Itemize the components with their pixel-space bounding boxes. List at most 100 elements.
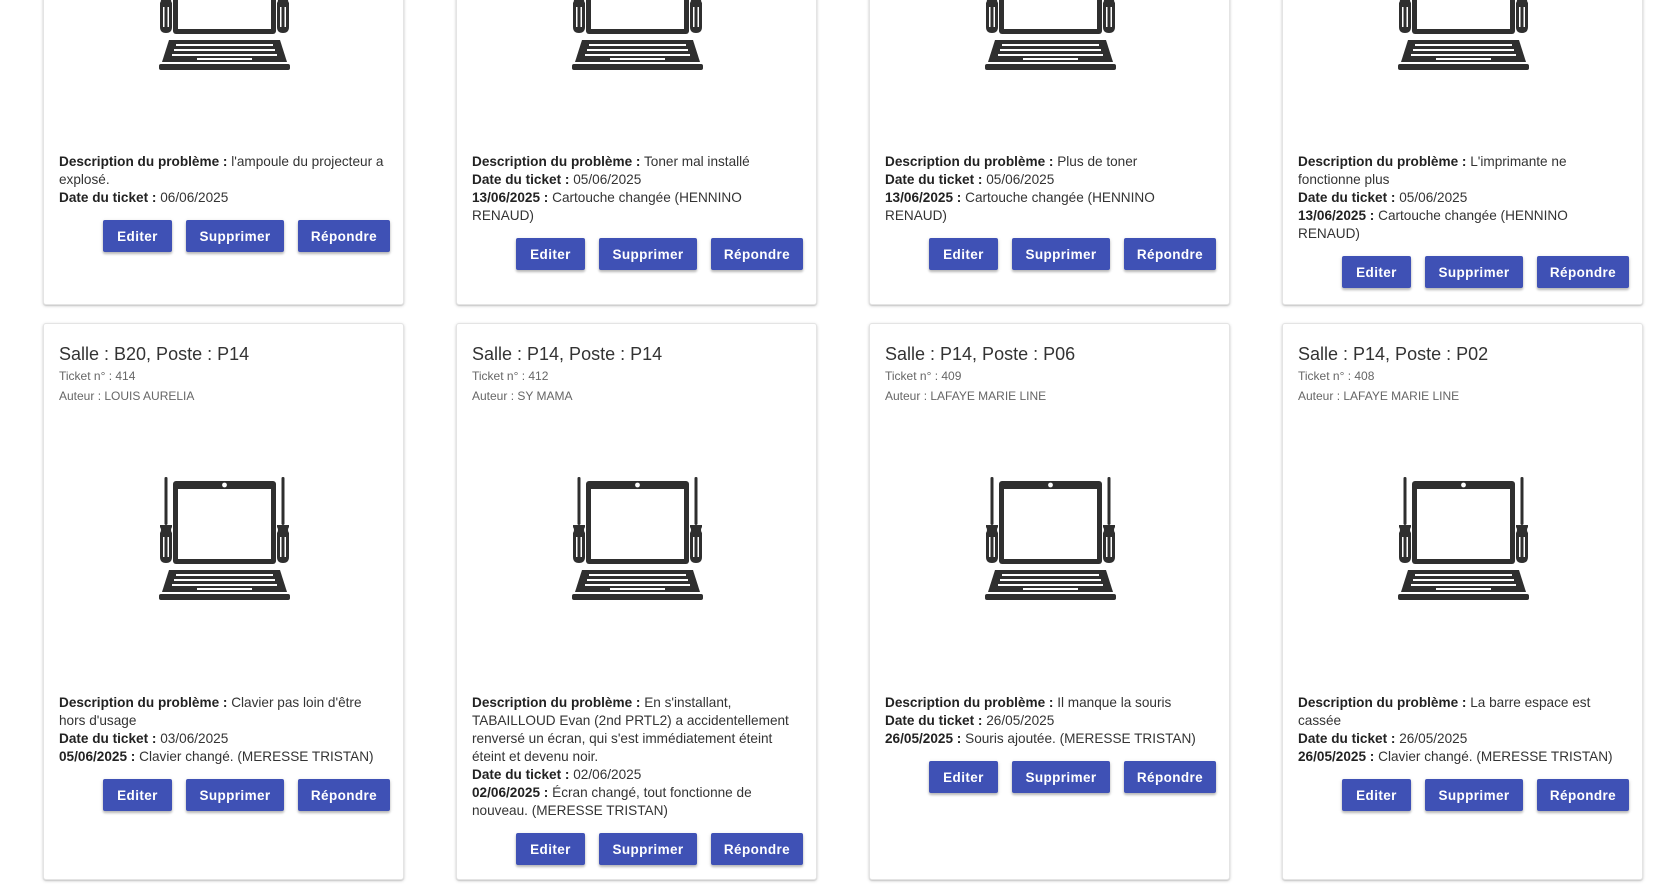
delete-button[interactable]: Supprimer bbox=[599, 833, 697, 865]
date-line: Date du ticket : 06/06/2025 bbox=[59, 190, 229, 205]
date-line: Date du ticket : 03/06/2025 bbox=[59, 731, 229, 746]
description-line: Description du problème : Il manque la s… bbox=[885, 695, 1172, 710]
ticket-date: 06/06/2025 bbox=[160, 190, 229, 205]
edit-button[interactable]: Editer bbox=[103, 220, 172, 252]
ticket-card: Salle : B20, Poste : P14 Ticket n° : 414… bbox=[43, 323, 404, 880]
description-line: Description du problème : Plus de toner bbox=[885, 154, 1138, 169]
card-actions: Editer Supprimer Répondre bbox=[885, 761, 1216, 793]
edit-button[interactable]: Editer bbox=[929, 238, 998, 270]
edit-button[interactable]: Editer bbox=[929, 761, 998, 793]
card-actions: Editer Supprimer Répondre bbox=[472, 833, 803, 865]
card-actions: Editer Supprimer Répondre bbox=[1298, 779, 1629, 811]
ticket-author: Auteur : LOUIS AURELIA bbox=[59, 389, 195, 403]
response-date: 13/06/2025 : bbox=[885, 190, 962, 205]
reply-button[interactable]: Répondre bbox=[298, 779, 390, 811]
delete-button[interactable]: Supprimer bbox=[1425, 779, 1523, 811]
description-line: Description du problème : Clavier pas lo… bbox=[59, 695, 362, 728]
date-line: Date du ticket : 26/05/2025 bbox=[1298, 731, 1468, 746]
ticket-author: Auteur : SY MAMA bbox=[472, 389, 573, 403]
card-header: Salle : P14, Poste : P02 Ticket n° : 408… bbox=[1298, 342, 1630, 406]
ticket-number: Ticket n° : 414 bbox=[59, 369, 136, 383]
card-actions: Editer Supprimer Répondre bbox=[59, 220, 390, 252]
ticket-date: 05/06/2025 bbox=[1399, 190, 1468, 205]
ticket-date: 05/06/2025 bbox=[573, 172, 642, 187]
delete-button[interactable]: Supprimer bbox=[1425, 256, 1523, 288]
card-actions: Editer Supprimer Répondre bbox=[472, 238, 803, 270]
ticket-card: Salle : P14, Poste : P02 Ticket n° : 408… bbox=[1282, 323, 1643, 880]
edit-button[interactable]: Editer bbox=[516, 238, 585, 270]
ticket-details: Description du problème : Toner mal inst… bbox=[472, 153, 803, 270]
laptop-repair-icon bbox=[870, 465, 1229, 625]
response-date: 02/06/2025 : bbox=[472, 785, 549, 800]
reply-button[interactable]: Répondre bbox=[1537, 256, 1629, 288]
laptop-repair-icon bbox=[457, 465, 816, 625]
ticket-number: Ticket n° : 408 bbox=[1298, 369, 1375, 383]
response-date: 13/06/2025 : bbox=[472, 190, 549, 205]
response-text: Souris ajoutée. (MERESSE TRISTAN) bbox=[965, 731, 1196, 746]
card-header: Salle : P14, Poste : P14 Ticket n° : 412… bbox=[472, 342, 804, 406]
ticket-details: Description du problème : Il manque la s… bbox=[885, 694, 1216, 793]
response-line: 13/06/2025 : Cartouche changée (HENNINO … bbox=[472, 189, 803, 225]
ticket-details: Description du problème : l'ampoule du p… bbox=[59, 153, 390, 252]
card-title: Salle : P14, Poste : P14 bbox=[472, 344, 663, 364]
reply-button[interactable]: Répondre bbox=[1124, 238, 1216, 270]
ticket-details: Description du problème : Clavier pas lo… bbox=[59, 694, 390, 811]
date-line: Date du ticket : 26/05/2025 bbox=[885, 713, 1055, 728]
ticket-card: Salle : P14, Poste : P14 Ticket n° : 412… bbox=[456, 323, 817, 880]
card-header: Salle : P14, Poste : P06 Ticket n° : 409… bbox=[885, 342, 1217, 406]
ticket-card: Description du problème : Plus de toner … bbox=[869, 0, 1230, 305]
laptop-repair-icon bbox=[1283, 465, 1642, 625]
ticket-date: 05/06/2025 bbox=[986, 172, 1055, 187]
description-line: Description du problème : L'imprimante n… bbox=[1298, 154, 1567, 187]
card-actions: Editer Supprimer Répondre bbox=[1298, 256, 1629, 288]
delete-button[interactable]: Supprimer bbox=[186, 220, 284, 252]
reply-button[interactable]: Répondre bbox=[711, 238, 803, 270]
ticket-card: Description du problème : L'imprimante n… bbox=[1282, 0, 1643, 305]
response-date: 26/05/2025 : bbox=[1298, 749, 1375, 764]
response-line: 26/05/2025 : Clavier changé. (MERESSE TR… bbox=[1298, 748, 1629, 766]
ticket-number: Ticket n° : 409 bbox=[885, 369, 962, 383]
description-line: Description du problème : En s'installan… bbox=[472, 695, 789, 764]
ticket-author: Auteur : LAFAYE MARIE LINE bbox=[885, 389, 1047, 403]
card-title: Salle : B20, Poste : P14 bbox=[59, 344, 250, 364]
ticket-author: Auteur : LAFAYE MARIE LINE bbox=[1298, 389, 1460, 403]
response-text: Clavier changé. (MERESSE TRISTAN) bbox=[1378, 749, 1613, 764]
edit-button[interactable]: Editer bbox=[1342, 779, 1411, 811]
ticket-date: 02/06/2025 bbox=[573, 767, 642, 782]
ticket-number: Ticket n° : 412 bbox=[472, 369, 549, 383]
delete-button[interactable]: Supprimer bbox=[1012, 238, 1110, 270]
edit-button[interactable]: Editer bbox=[1342, 256, 1411, 288]
laptop-repair-icon bbox=[44, 0, 403, 95]
response-line: 02/06/2025 : Écran changé, tout fonction… bbox=[472, 784, 803, 820]
reply-button[interactable]: Répondre bbox=[711, 833, 803, 865]
delete-button[interactable]: Supprimer bbox=[186, 779, 284, 811]
reply-button[interactable]: Répondre bbox=[298, 220, 390, 252]
response-date: 05/06/2025 : bbox=[59, 749, 136, 764]
description-line: Description du problème : l'ampoule du p… bbox=[59, 154, 384, 187]
response-date: 13/06/2025 : bbox=[1298, 208, 1375, 223]
reply-button[interactable]: Répondre bbox=[1124, 761, 1216, 793]
response-text: Clavier changé. (MERESSE TRISTAN) bbox=[139, 749, 374, 764]
card-title: Salle : P14, Poste : P02 bbox=[1298, 344, 1489, 364]
ticket-details: Description du problème : La barre espac… bbox=[1298, 694, 1629, 811]
description-text: Il manque la souris bbox=[1057, 695, 1172, 710]
ticket-details: Description du problème : Plus de toner … bbox=[885, 153, 1216, 270]
ticket-date: 03/06/2025 bbox=[160, 731, 229, 746]
delete-button[interactable]: Supprimer bbox=[599, 238, 697, 270]
ticket-card: Description du problème : l'ampoule du p… bbox=[43, 0, 404, 305]
response-line: 05/06/2025 : Clavier changé. (MERESSE TR… bbox=[59, 748, 390, 766]
laptop-repair-icon bbox=[1283, 0, 1642, 95]
date-line: Date du ticket : 05/06/2025 bbox=[472, 172, 642, 187]
response-date: 26/05/2025 : bbox=[885, 731, 962, 746]
ticket-card: Salle : P14, Poste : P06 Ticket n° : 409… bbox=[869, 323, 1230, 880]
response-line: 13/06/2025 : Cartouche changée (HENNINO … bbox=[1298, 207, 1629, 243]
edit-button[interactable]: Editer bbox=[103, 779, 172, 811]
reply-button[interactable]: Répondre bbox=[1537, 779, 1629, 811]
edit-button[interactable]: Editer bbox=[516, 833, 585, 865]
card-title: Salle : P14, Poste : P06 bbox=[885, 344, 1076, 364]
response-line: 26/05/2025 : Souris ajoutée. (MERESSE TR… bbox=[885, 730, 1216, 748]
delete-button[interactable]: Supprimer bbox=[1012, 761, 1110, 793]
laptop-repair-icon bbox=[870, 0, 1229, 95]
ticket-date: 26/05/2025 bbox=[1399, 731, 1468, 746]
card-actions: Editer Supprimer Répondre bbox=[59, 779, 390, 811]
